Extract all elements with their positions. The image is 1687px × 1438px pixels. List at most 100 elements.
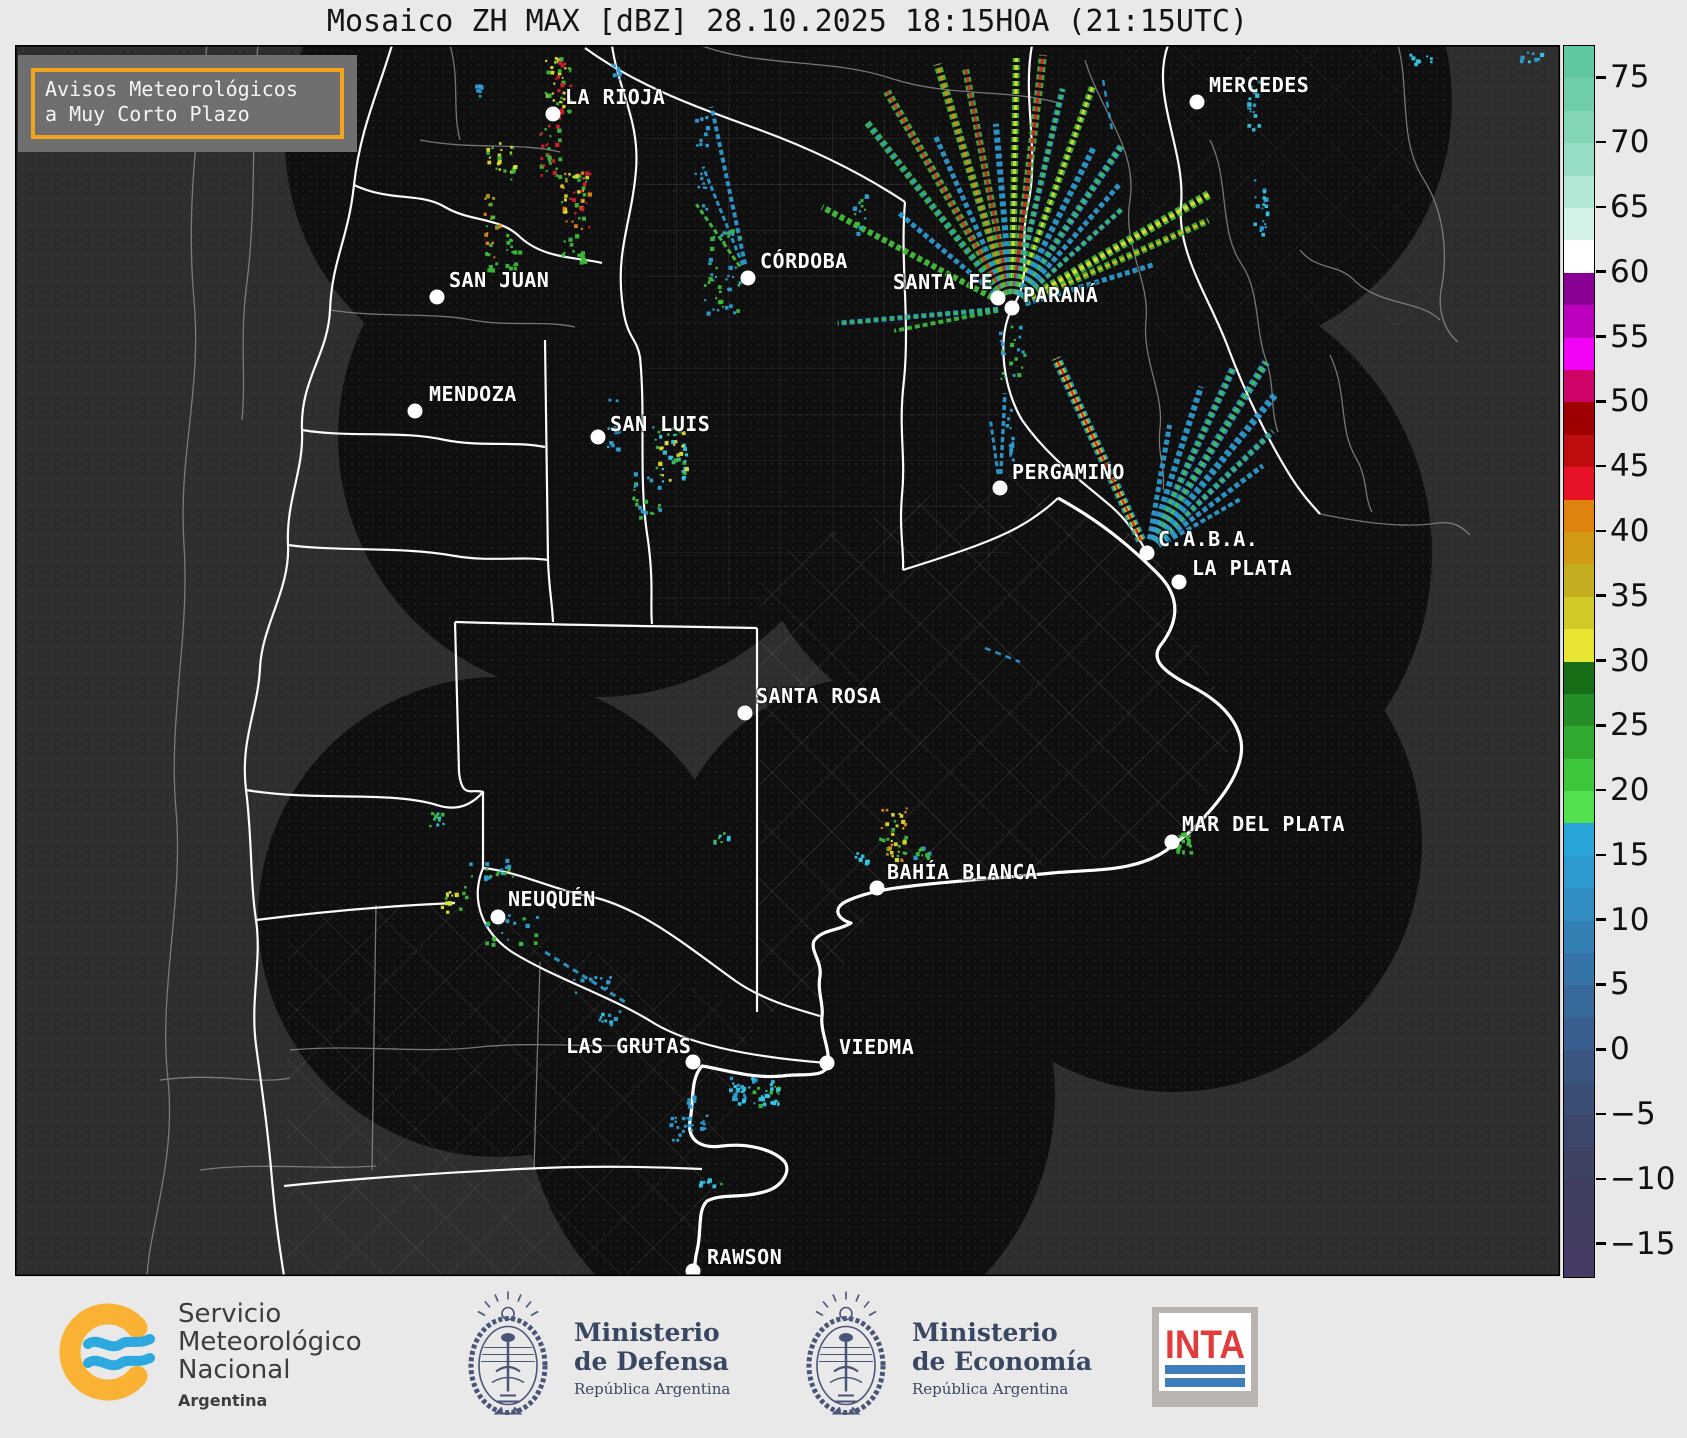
wave-icon	[83, 1353, 155, 1371]
city-label: MERCEDES	[1209, 73, 1309, 97]
radar-echo-speckle	[706, 1180, 711, 1184]
radar-echo-speckle	[741, 1089, 745, 1093]
radar-echo-speckle	[683, 471, 687, 476]
radar-echo-speckle	[607, 1013, 612, 1017]
radar-echo-speckle	[1016, 348, 1021, 352]
radar-echo-speckle	[854, 855, 858, 859]
radar-echo-speckle	[699, 142, 703, 147]
defensa-line3: República Argentina	[574, 1380, 731, 1398]
colorbar-tick-label: 20	[1610, 772, 1650, 809]
radar-echo-speckle	[657, 485, 662, 490]
colorbar-tick	[1596, 529, 1606, 533]
radar-echo-speckle	[679, 451, 684, 456]
radar-echo-speckle	[611, 443, 615, 448]
radar-echo-speckle	[573, 191, 576, 194]
radar-echo-speckle	[891, 832, 895, 836]
radar-echo-speckle	[433, 814, 439, 819]
colorbar-tick	[1596, 400, 1606, 403]
radar-echo-speckle	[1005, 423, 1010, 428]
radar-echo-speckle	[506, 249, 509, 251]
radar-echo-speckle	[700, 177, 704, 181]
radar-echo-speckle	[1001, 342, 1005, 347]
radar-echo-speckle	[470, 875, 474, 878]
colorbar-tick-label: 30	[1610, 642, 1650, 679]
radar-echo-speckle	[893, 820, 897, 823]
radar-echo-speckle	[501, 931, 504, 934]
colorbar-tick	[1596, 594, 1606, 597]
radar-echo-speckle	[905, 807, 908, 810]
smn-line3: Nacional	[178, 1355, 291, 1385]
radar-echo-speckle	[854, 213, 857, 216]
radar-echo-speckle	[490, 217, 493, 220]
radar-echo-speckle	[522, 917, 526, 921]
radar-echo-speckle	[674, 440, 678, 444]
radar-echo-speckle	[547, 93, 552, 98]
colorbar-segment	[1564, 46, 1594, 80]
radar-echo-speckle	[716, 308, 720, 312]
radar-echo-speckle	[705, 207, 709, 211]
city-label: MAR DEL PLATA	[1182, 812, 1345, 836]
radar-echo-speckle	[525, 923, 530, 929]
radar-echo-speckle	[633, 489, 636, 492]
radar-echo-speckle	[671, 1138, 675, 1142]
radar-echo-speckle	[563, 240, 566, 243]
radar-echo-speckle	[891, 855, 894, 858]
radar-echo-speckle	[740, 1085, 744, 1089]
radar-echo-speckle	[618, 78, 621, 81]
radar-echo-speckle	[616, 68, 621, 73]
radar-echo-speckle	[564, 67, 567, 70]
radar-echo-speckle	[1259, 226, 1264, 231]
radar-echo-speckle	[1009, 454, 1012, 457]
radar-echo-speckle	[678, 1133, 682, 1137]
radar-echo-speckle	[855, 221, 860, 226]
radar-echo-speckle	[513, 164, 518, 169]
city-marker	[1164, 834, 1180, 850]
radar-echo-speckle	[705, 115, 709, 120]
radar-echo-speckle	[448, 891, 452, 894]
radar-echo-speckle	[662, 450, 667, 455]
radar-echo-speckle	[1252, 111, 1255, 114]
radar-echo-speckle	[580, 227, 584, 230]
colorbar-segment	[1564, 758, 1594, 792]
radar-echo-speckle	[485, 195, 489, 198]
colorbar-tick	[1596, 659, 1606, 662]
radar-echo-speckle	[720, 841, 723, 844]
radar-echo-speckle	[1013, 338, 1016, 342]
colorbar-tick-label: 15	[1610, 836, 1650, 873]
radar-echo-speckle	[484, 923, 489, 928]
city-label: SANTA ROSA	[756, 684, 881, 708]
radar-echo-speckle	[1249, 110, 1252, 113]
radar-echo-speckle	[635, 498, 639, 502]
colorbar-tick	[1596, 918, 1606, 921]
inta-logo: INTA	[1152, 1307, 1258, 1411]
radar-echo-speckle	[485, 941, 490, 946]
radar-echo-speckle	[503, 871, 507, 876]
radar-echo-speckle	[556, 102, 560, 106]
radar-echo-speckle	[486, 151, 490, 155]
colorbar-tick-label: 55	[1610, 318, 1650, 355]
radar-echo-speckle	[893, 842, 898, 847]
colorbar-tick	[1596, 76, 1606, 79]
radar-echo-speckle	[574, 212, 577, 215]
radar-echo-speckle	[563, 251, 566, 254]
radar-echo-speckle	[491, 146, 494, 150]
radar-echo-speckle	[442, 822, 445, 826]
radar-echo-speckle	[1176, 849, 1181, 854]
radar-echo-speckle	[555, 124, 560, 129]
radar-echo-speckle	[647, 476, 650, 480]
inta-logo-icon: INTA	[1152, 1307, 1258, 1407]
radar-echo-speckle	[580, 978, 585, 983]
radar-echo-speckle	[440, 812, 445, 817]
radar-echo-speckle	[564, 172, 567, 176]
colorbar-tick	[1596, 140, 1606, 144]
radar-echo-speckle	[580, 252, 585, 258]
radar-echo-speckle	[555, 142, 560, 148]
radar-echo-speckle	[1263, 199, 1267, 203]
radar-echo-speckle	[659, 473, 662, 476]
radar-echo-speckle	[669, 1123, 674, 1128]
colorbar-segment	[1564, 1082, 1594, 1116]
radar-echo-speckle	[1531, 52, 1535, 56]
radar-echo-speckle	[555, 174, 559, 177]
radar-echo-speckle	[570, 243, 572, 246]
radar-echo-speckle	[518, 250, 523, 255]
